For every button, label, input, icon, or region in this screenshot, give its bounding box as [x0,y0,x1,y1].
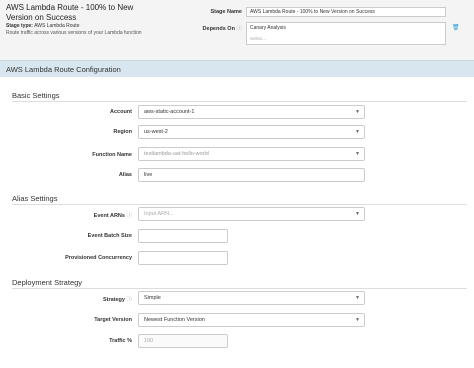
provisioned-concurrency-input[interactable] [138,251,228,265]
caret-down-icon: ▼ [355,151,360,157]
caret-down-icon: ▼ [355,211,360,217]
strategy-value: Simple [144,295,161,301]
alias-label: Alias [118,172,132,178]
caret-down-icon: ▼ [355,317,360,323]
provisioned-concurrency-label: Provisioned Concurrency [65,255,132,261]
depends-on-label: Depends On ⓘ [186,24,242,32]
caret-down-icon: ▼ [355,295,360,301]
depends-on-label-text: Depends On [202,26,235,32]
strategy-select[interactable]: Simple ▼ [138,291,365,305]
function-name-value: testlambda-uat-hello-world [144,151,209,157]
stage-description: Route traffic across various versions of… [6,30,142,36]
region-value: us-west-2 [144,129,168,135]
stage-header: AWS Lambda Route - 100% to New Version o… [0,0,474,60]
region-label: Region [113,129,132,135]
config-title: AWS Lambda Route Configuration [6,65,121,74]
stage-type-label: Stage type: [6,23,33,29]
depends-on-select[interactable]: Canary Analysis Select... [246,22,446,45]
event-arns-select[interactable]: Input ARN... ▼ [138,207,365,221]
target-version-select[interactable]: Newest Function Version ▼ [138,313,365,327]
stage-name-input[interactable]: AWS Lambda Route - 100% to New Version o… [246,7,446,17]
event-batch-size-label: Event Batch Size [87,233,132,239]
alias-settings-heading: Alias Settings [12,194,58,203]
alias-input[interactable]: live [138,168,365,182]
stage-type-value: AWS Lambda Route [34,23,80,29]
help-circle-icon[interactable]: ⓘ [126,213,132,219]
caret-down-icon: ▼ [355,129,360,135]
stage-type: Stage type: AWS Lambda Route [6,23,79,29]
help-circle-icon[interactable]: ⓘ [236,26,242,32]
traffic-percent-label: Traffic % [109,338,132,344]
config-section-bar: AWS Lambda Route Configuration [0,60,474,77]
event-batch-size-input[interactable] [138,229,228,243]
account-label: Account [110,109,132,115]
stage-name-label: Stage Name [210,9,243,15]
strategy-label-text: Strategy [102,297,125,303]
stage-title: AWS Lambda Route - 100% to New Version o… [6,3,134,22]
target-version-value: Newest Function Version [144,317,205,323]
deployment-strategy-divider [12,288,467,289]
account-value: aws-static-account-1 [144,109,195,115]
trash-icon[interactable]: 🗑 [452,24,460,31]
event-arns-placeholder: Input ARN... [144,211,174,217]
caret-down-icon: ▼ [355,109,360,115]
strategy-label: Strategy ⓘ [103,295,132,303]
account-select[interactable]: aws-static-account-1 ▼ [138,105,365,119]
region-select[interactable]: us-west-2 ▼ [138,125,365,139]
alias-settings-divider [12,204,467,205]
help-circle-icon[interactable]: ⓘ [126,297,132,303]
basic-settings-divider [12,101,467,102]
target-version-label: Target Version [94,317,132,323]
traffic-percent-input[interactable]: 100 [138,334,228,348]
traffic-percent-value: 100 [144,338,154,344]
depends-on-placeholder[interactable]: Select... [250,36,266,41]
event-arns-label-text: Event ARNs [93,213,125,219]
basic-settings-heading: Basic Settings [12,91,60,100]
event-arns-label: Event ARNs ⓘ [94,211,132,219]
function-name-select[interactable]: testlambda-uat-hello-world ▼ [138,147,365,161]
deployment-strategy-heading: Deployment Strategy [12,278,83,287]
function-name-label: Function Name [92,152,132,158]
depends-on-tag[interactable]: Canary Analysis [250,25,286,31]
